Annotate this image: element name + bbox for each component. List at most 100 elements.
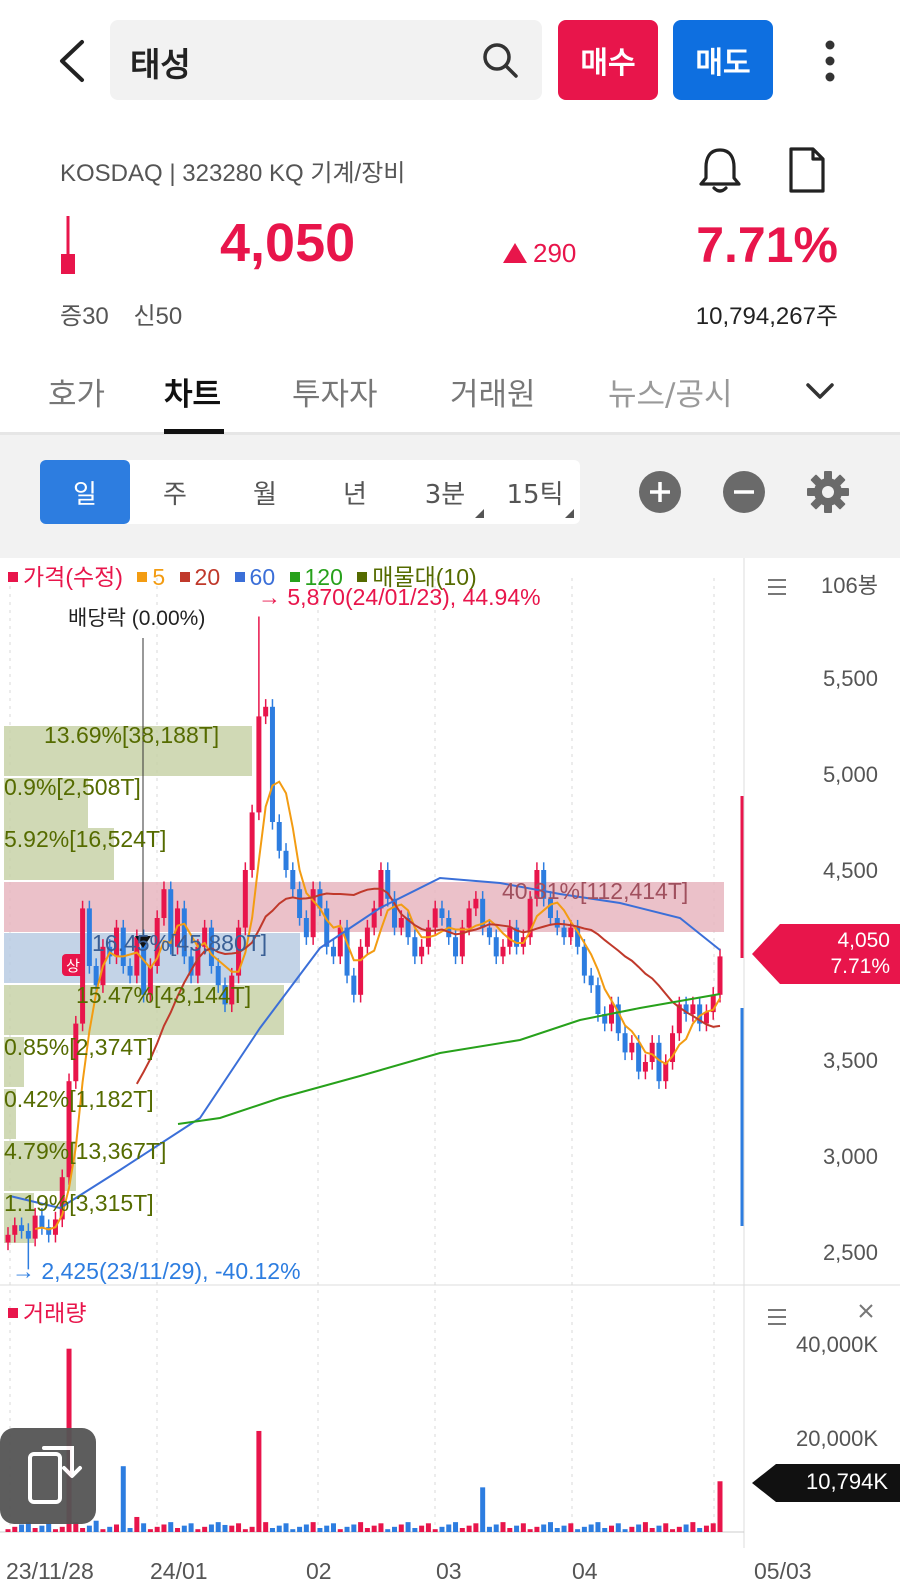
chart-toolbar: 일 주 월 년 3분 15틱 <box>0 435 900 558</box>
volume-bar <box>283 1523 289 1532</box>
volume-bar <box>249 1526 255 1532</box>
sell-button[interactable]: 매도 <box>673 20 773 100</box>
screen-rotate-button[interactable] <box>0 1428 96 1524</box>
candle-body <box>364 927 370 947</box>
candle-body <box>568 927 574 938</box>
price-change-value: 290 <box>533 238 577 268</box>
volume-bar <box>39 1525 45 1532</box>
volume-bar <box>554 1528 560 1532</box>
margin-rate: 증30 <box>60 303 109 330</box>
volume-bar <box>595 1522 601 1532</box>
volume-bar <box>622 1529 628 1532</box>
volume-bar <box>100 1529 106 1532</box>
zoom-in-icon[interactable] <box>638 470 682 514</box>
volume-bar <box>52 1529 58 1532</box>
volume-bar <box>392 1526 398 1532</box>
price-tag-percent: 7.71% <box>830 955 890 978</box>
volume-bar <box>154 1526 160 1532</box>
volume-bar <box>242 1529 248 1532</box>
volume-bar <box>229 1525 235 1532</box>
dividend-note: 배당락 (0.00%) <box>68 607 206 630</box>
volume-profile-label: 16.45%[45,880T] <box>92 930 268 956</box>
dropdown-corner-icon <box>475 509 484 518</box>
current-price: 4,050 <box>220 213 356 273</box>
more-vertical-icon[interactable] <box>810 36 850 86</box>
volume-profile-label: 5.92%[16,524T] <box>4 826 167 852</box>
trade-volume: 10,794,267주 <box>695 303 838 330</box>
candle-body <box>283 850 289 870</box>
volume-bar <box>202 1526 208 1532</box>
volume-bar <box>385 1529 391 1532</box>
candle-body <box>32 1215 38 1239</box>
volume-bar <box>195 1529 201 1532</box>
back-icon[interactable] <box>50 36 94 86</box>
tab-chart[interactable]: 차트 <box>164 369 221 414</box>
tab-investor[interactable]: 투자자 <box>292 369 378 414</box>
period-day-button[interactable]: 일 <box>40 460 130 524</box>
volume-bar <box>141 1523 147 1532</box>
x-label: 03 <box>436 1558 462 1584</box>
candle-body <box>588 975 594 986</box>
price-chart[interactable]: 상 가격(수정) 5 20 60 120 매물대(10) → 5,870(24/… <box>0 558 900 1587</box>
period-month-button[interactable]: 월 <box>220 460 310 524</box>
gear-icon[interactable] <box>806 470 850 514</box>
volume-bar <box>500 1522 506 1532</box>
limit-up-badge-label: 상 <box>66 957 80 975</box>
period-year-button[interactable]: 년 <box>310 460 400 524</box>
candle-body <box>242 870 248 928</box>
volume-bar <box>534 1526 540 1532</box>
volume-bar <box>127 1528 133 1532</box>
candle-body <box>358 946 364 995</box>
volume-bar <box>446 1524 452 1532</box>
tab-broker[interactable]: 거래원 <box>450 369 536 414</box>
volume-legend: 거래량 <box>8 1294 86 1328</box>
volume-y-label: 40,000K <box>796 1332 878 1357</box>
stock-sector: 기계/장비 <box>310 160 406 187</box>
volume-bar <box>398 1524 404 1532</box>
volume-profile-label: 4.79%[13,367T] <box>4 1138 167 1164</box>
candle-body <box>25 1230 31 1239</box>
volume-profile-label: 0.9%[2,508T] <box>4 774 141 800</box>
margin-info: 증30 신50 <box>60 296 200 331</box>
stock-code: 323280 KQ <box>182 160 304 187</box>
volume-bar <box>263 1522 269 1532</box>
volume-bar <box>5 1529 11 1532</box>
volume-bar <box>175 1528 181 1532</box>
volume-bar <box>507 1528 513 1532</box>
volume-bar <box>46 1523 52 1532</box>
period-15tick-button[interactable]: 15틱 <box>490 460 580 524</box>
volume-bar <box>683 1524 689 1532</box>
candle-body <box>269 706 275 822</box>
volume-bar <box>432 1529 438 1532</box>
mini-candle-icon <box>61 216 75 274</box>
volume-bar <box>541 1524 547 1532</box>
zoom-out-icon[interactable] <box>722 470 766 514</box>
volume-bar <box>697 1528 703 1532</box>
current-price-tag: 4,050 7.71% <box>752 924 900 984</box>
stock-search-box[interactable]: 태성 <box>110 20 542 100</box>
candle-body <box>636 1042 642 1072</box>
volume-bar <box>642 1522 648 1532</box>
buy-button[interactable]: 매수 <box>558 20 658 100</box>
tab-orderbook[interactable]: 호가 <box>48 369 105 414</box>
price-tag-value: 4,050 <box>837 929 890 952</box>
candle-body <box>324 908 330 947</box>
tab-news[interactable]: 뉴스/공시 <box>608 369 733 414</box>
bell-icon[interactable] <box>696 145 744 195</box>
x-label: 24/01 <box>150 1558 208 1584</box>
legend-price: 가격(수정) <box>8 564 123 590</box>
search-icon[interactable] <box>480 40 520 80</box>
document-icon[interactable] <box>785 145 829 195</box>
chart-canvas[interactable]: 상 <box>0 558 900 1587</box>
current-volume-tag: 10,794K <box>752 1464 900 1502</box>
candle-body <box>629 1042 635 1053</box>
period-week-button[interactable]: 주 <box>130 460 220 524</box>
close-icon <box>859 1304 873 1318</box>
candle-body <box>19 1225 25 1231</box>
period-3min-button[interactable]: 3분 <box>400 460 490 524</box>
detail-tabs: 호가 차트 투자자 거래원 뉴스/공시 <box>0 355 900 435</box>
volume-bar <box>80 1528 86 1532</box>
candle-body <box>690 1004 696 1014</box>
chevron-down-icon[interactable] <box>800 375 840 409</box>
volume-bar <box>412 1528 418 1532</box>
